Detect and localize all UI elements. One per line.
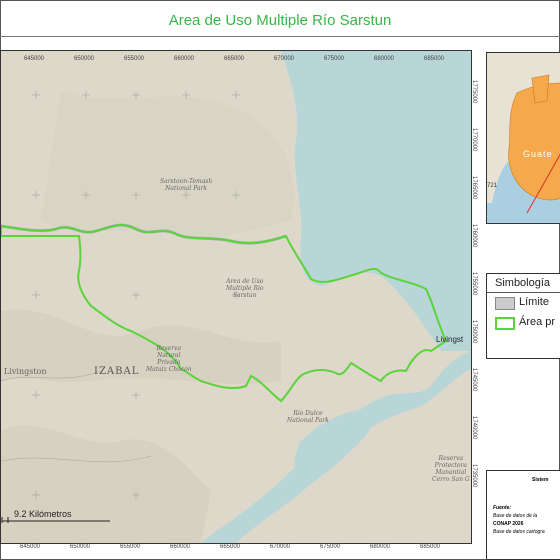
protectora-label: Reserva Protectora Manantial Cerro San G [432, 455, 470, 483]
reserve-label: Reserva Natural Privada Mataiz Chocón [146, 345, 192, 373]
coord-right: 1740000 [471, 416, 477, 440]
town-label-livingston: Livingst [436, 335, 464, 344]
inset-country-label: Guate [523, 149, 553, 159]
legend-divider [487, 292, 560, 293]
info-line: Base de datos de la [493, 513, 538, 519]
legend-swatch-area [495, 317, 515, 330]
coord-bottom: 685000 [420, 544, 441, 550]
region-label-livingston: Livingston [4, 367, 47, 376]
department-label: IZABAL [94, 366, 140, 377]
coord-right: 1760000 [471, 224, 477, 248]
coord-top: 685000 [424, 56, 445, 62]
inset-guatemala [508, 82, 560, 201]
inset-peten [531, 74, 550, 104]
map-title: Area de Uso Multiple Río Sarstun [168, 12, 392, 29]
legend-label-limit: Límite [519, 296, 549, 308]
info-heading: Sistem [532, 477, 549, 483]
info-line: Fuente: [493, 505, 512, 511]
coord-right: 1735000 [471, 464, 477, 488]
coord-top: 650000 [74, 56, 95, 62]
coord-right: 1775000 [471, 80, 477, 104]
scale-label: 9.2 Kilómetros [14, 509, 72, 519]
inset-canvas [487, 53, 560, 214]
inset-map[interactable]: Guate 721 [486, 52, 560, 224]
legend: Simbología Límite Área pr [486, 273, 560, 359]
inset-marker: 721 [487, 183, 498, 189]
coord-right: 1745000 [471, 368, 477, 392]
legend-swatch-limit [495, 297, 515, 310]
coord-right: 1765000 [471, 176, 477, 200]
coord-top: 680000 [374, 56, 395, 62]
coord-bottom: 660000 [170, 544, 191, 550]
coord-right: 1755000 [471, 272, 477, 296]
coord-top: 665000 [224, 56, 245, 62]
area-label: Area de Uso Multiple Río Sarstún [226, 278, 264, 299]
coord-bottom: 650000 [70, 544, 91, 550]
legend-title: Simbología [495, 277, 551, 289]
coord-top: 655000 [124, 56, 145, 62]
legend-label-area: Área pr [519, 316, 556, 328]
coord-top: 670000 [274, 56, 295, 62]
coord-top: 645000 [24, 56, 45, 62]
coord-top: 675000 [324, 56, 345, 62]
park-label-north: Sarstoon-Temash National Park [160, 178, 213, 192]
coord-bottom: 675000 [320, 544, 341, 550]
info-box: Sistem Fuente: Base de datos de la CONAP… [486, 470, 560, 560]
coord-bottom: 655000 [120, 544, 141, 550]
info-line: CONAP 2026 [493, 521, 524, 527]
coord-bottom: 665000 [220, 544, 241, 550]
info-line: Base de datos cartogra [493, 529, 545, 535]
coord-right: 1770000 [471, 128, 477, 152]
coord-top: 660000 [174, 56, 195, 62]
coord-bottom: 645000 [20, 544, 41, 550]
rio-dulce-label: Río Dulce National Park [287, 410, 329, 424]
coord-bottom: 680000 [370, 544, 391, 550]
coord-right: 1750000 [471, 320, 477, 344]
coord-bottom: 670000 [270, 544, 291, 550]
